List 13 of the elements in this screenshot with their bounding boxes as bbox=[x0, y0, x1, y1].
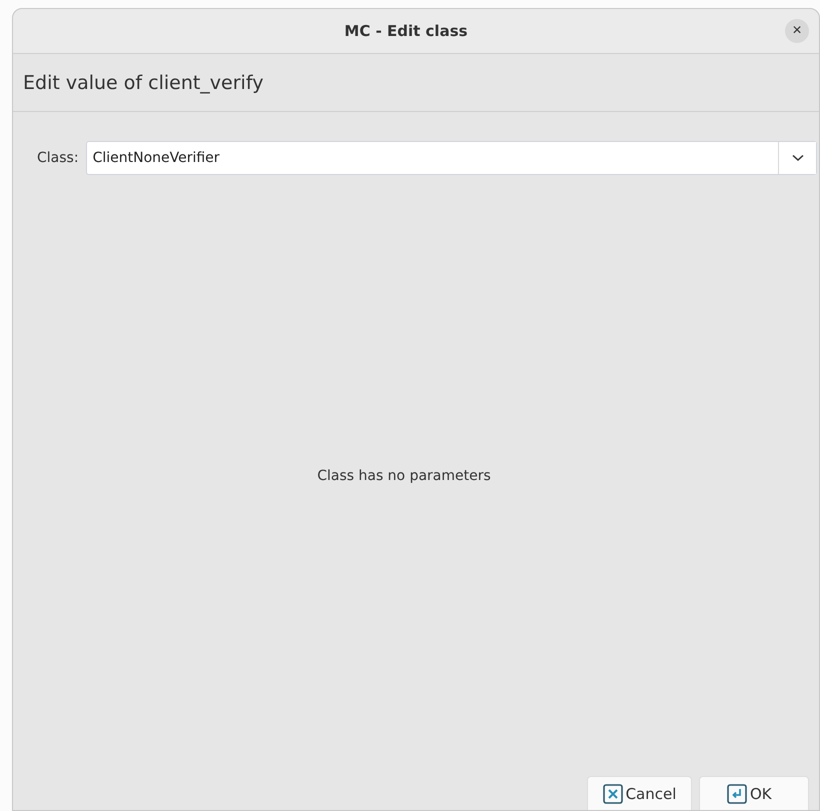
empty-message: Class has no parameters bbox=[317, 468, 491, 484]
class-value: ClientNoneVerifier bbox=[92, 149, 221, 168]
dropdown-button[interactable] bbox=[778, 142, 816, 174]
ok-button[interactable]: OK bbox=[699, 776, 809, 810]
class-combobox[interactable]: ClientNoneVerifier bbox=[86, 141, 817, 175]
class-label: Class: bbox=[37, 150, 79, 166]
close-button[interactable]: × bbox=[785, 19, 809, 43]
cancel-button[interactable]: Cancel bbox=[587, 776, 692, 810]
dialog-heading: Edit value of client_verify bbox=[13, 54, 819, 112]
cancel-icon bbox=[602, 784, 623, 804]
window-title: MC - Edit class bbox=[344, 22, 468, 40]
chevron-down-icon bbox=[792, 154, 804, 162]
enter-icon bbox=[727, 784, 747, 804]
